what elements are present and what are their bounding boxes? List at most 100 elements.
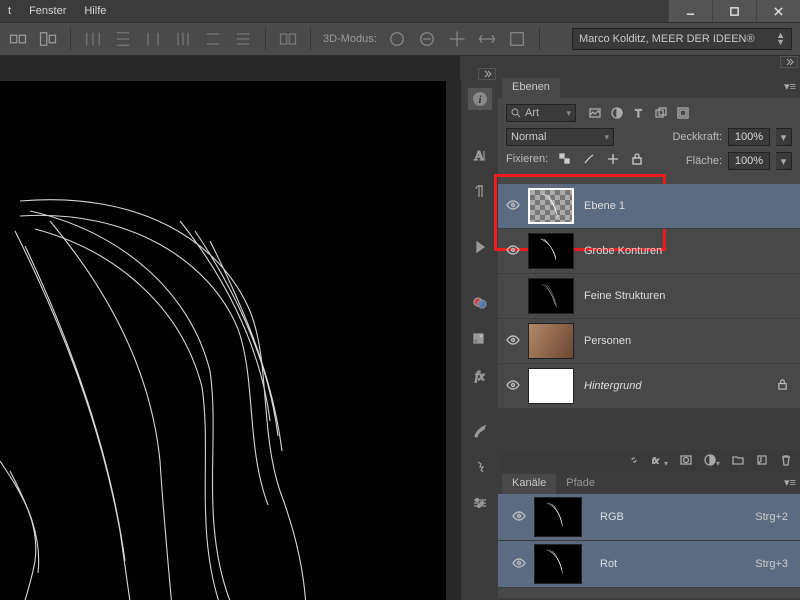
filter-adjustment-icon[interactable]	[610, 106, 624, 120]
layer-thumbnail[interactable]	[528, 233, 574, 269]
delete-layer-icon[interactable]	[780, 454, 792, 469]
distribute-icon[interactable]	[113, 29, 133, 49]
distribute-icon[interactable]	[143, 29, 163, 49]
channels-tab[interactable]: Kanäle	[502, 474, 556, 494]
blend-mode-select[interactable]: Normal▾	[506, 128, 614, 146]
auto-align-icon[interactable]	[278, 29, 298, 49]
visibility-toggle[interactable]	[504, 511, 534, 524]
lock-label: Fixieren:	[506, 153, 548, 165]
panel-expand-icon[interactable]	[478, 68, 496, 80]
layer-row[interactable]: Personen	[498, 319, 800, 364]
channel-list: RGB Strg+2 Rot Strg+3	[498, 494, 800, 598]
layer-name[interactable]: Hintergrund	[584, 380, 641, 392]
swatches-icon[interactable]	[468, 328, 492, 350]
link-layers-icon[interactable]	[628, 454, 640, 469]
lock-transparent-icon[interactable]	[558, 152, 572, 166]
character-icon[interactable]: A	[468, 144, 492, 166]
align-icon[interactable]	[38, 29, 58, 49]
layer-row[interactable]: Feine Strukturen	[498, 274, 800, 319]
channel-name: RGB	[592, 511, 755, 523]
layer-thumbnail[interactable]	[528, 368, 574, 404]
fill-value[interactable]: 100%	[728, 152, 770, 170]
layers-footer: fx▾ ▾	[498, 450, 800, 472]
layer-list: Ebene 1 Grobe Konturen Feine Strukturen	[498, 184, 800, 409]
blend-row: Normal▾ Deckkraft: 100% ▾	[506, 128, 792, 146]
window-controls	[668, 0, 800, 22]
layer-row[interactable]: Grobe Konturen	[498, 229, 800, 274]
filter-pixel-icon[interactable]	[588, 106, 602, 120]
visibility-toggle[interactable]	[498, 380, 528, 393]
channel-thumbnail[interactable]	[534, 544, 582, 584]
new-group-icon[interactable]	[732, 454, 744, 469]
lock-image-icon[interactable]	[582, 152, 596, 166]
clone-source-icon[interactable]	[468, 456, 492, 478]
3d-orbit-icon[interactable]	[387, 29, 407, 49]
visibility-toggle[interactable]	[498, 335, 528, 348]
info-icon[interactable]: i	[468, 88, 492, 110]
layer-kind-filter[interactable]: Art ▾	[506, 104, 576, 122]
layer-name[interactable]: Grobe Konturen	[584, 245, 662, 257]
document-canvas[interactable]	[0, 81, 446, 600]
distribute-icon[interactable]	[203, 29, 223, 49]
actions-icon[interactable]	[468, 236, 492, 258]
menu-item[interactable]: t	[8, 5, 11, 17]
adjustment-layer-icon[interactable]: ▾	[704, 454, 720, 469]
styles-icon[interactable]: fx	[468, 364, 492, 386]
layer-thumbnail[interactable]	[528, 188, 574, 224]
distribute-icon[interactable]	[173, 29, 193, 49]
layer-mask-icon[interactable]	[680, 454, 692, 469]
channels-panel: Kanäle Pfade ▾≡ RGB Strg+2 Rot Strg+3	[498, 472, 800, 600]
3d-scale-icon[interactable]	[507, 29, 527, 49]
fill-slider-toggle[interactable]: ▾	[776, 152, 792, 170]
align-icon[interactable]	[8, 29, 28, 49]
3d-roll-icon[interactable]	[417, 29, 437, 49]
user-dropdown[interactable]: Marco Kolditz, MEER DER IDEEN® ▲▼	[572, 28, 792, 50]
filter-smart-icon[interactable]	[676, 106, 690, 120]
visibility-toggle[interactable]	[504, 558, 534, 571]
lock-all-icon[interactable]	[630, 152, 644, 166]
opacity-label: Deckkraft:	[672, 131, 722, 143]
3d-pan-icon[interactable]	[447, 29, 467, 49]
panel-menu-icon[interactable]: ▾≡	[784, 80, 796, 93]
layer-row[interactable]: Ebene 1	[498, 184, 800, 229]
layer-row[interactable]: Hintergrund	[498, 364, 800, 409]
maximize-button[interactable]	[712, 0, 756, 22]
layer-name[interactable]: Feine Strukturen	[584, 290, 665, 302]
channel-thumbnail[interactable]	[534, 497, 582, 537]
panel-menu-icon[interactable]: ▾≡	[784, 476, 796, 489]
distribute-icon[interactable]	[233, 29, 253, 49]
new-layer-icon[interactable]	[756, 454, 768, 469]
filter-type-icon[interactable]: T	[632, 106, 646, 120]
filter-shape-icon[interactable]	[654, 106, 668, 120]
close-button[interactable]	[756, 0, 800, 22]
layers-tab[interactable]: Ebenen	[502, 78, 560, 98]
visibility-toggle[interactable]	[498, 200, 528, 213]
color-icon[interactable]	[468, 292, 492, 314]
channel-row[interactable]: Rot Strg+3	[498, 541, 800, 588]
opacity-value[interactable]: 100%	[728, 128, 770, 146]
paragraph-icon[interactable]	[468, 180, 492, 202]
channel-row[interactable]: RGB Strg+2	[498, 494, 800, 541]
layer-name[interactable]: Personen	[584, 335, 631, 347]
menu-item-help[interactable]: Hilfe	[84, 5, 106, 17]
channels-tabbar: Kanäle Pfade ▾≡	[498, 472, 800, 494]
3d-slide-icon[interactable]	[477, 29, 497, 49]
paths-tab[interactable]: Pfade	[556, 474, 605, 494]
menu-item-window[interactable]: Fenster	[29, 5, 66, 17]
layer-thumbnail[interactable]	[528, 323, 574, 359]
visibility-toggle[interactable]	[498, 245, 528, 258]
canvas-area	[0, 56, 460, 600]
layer-thumbnail[interactable]	[528, 278, 574, 314]
settings-icon[interactable]	[468, 492, 492, 514]
user-label: Marco Kolditz, MEER DER IDEEN®	[579, 33, 755, 45]
panel-collapse-icon[interactable]	[780, 56, 798, 68]
minimize-button[interactable]	[668, 0, 712, 22]
lock-position-icon[interactable]	[606, 152, 620, 166]
layer-name[interactable]: Ebene 1	[584, 200, 625, 212]
lock-icon	[777, 379, 788, 393]
layer-style-icon[interactable]: fx▾	[652, 454, 668, 469]
brush-icon[interactable]	[468, 420, 492, 442]
distribute-icon[interactable]	[83, 29, 103, 49]
layers-panel: Ebenen ▾≡ Art ▾ T	[498, 76, 800, 472]
opacity-slider-toggle[interactable]: ▾	[776, 128, 792, 146]
